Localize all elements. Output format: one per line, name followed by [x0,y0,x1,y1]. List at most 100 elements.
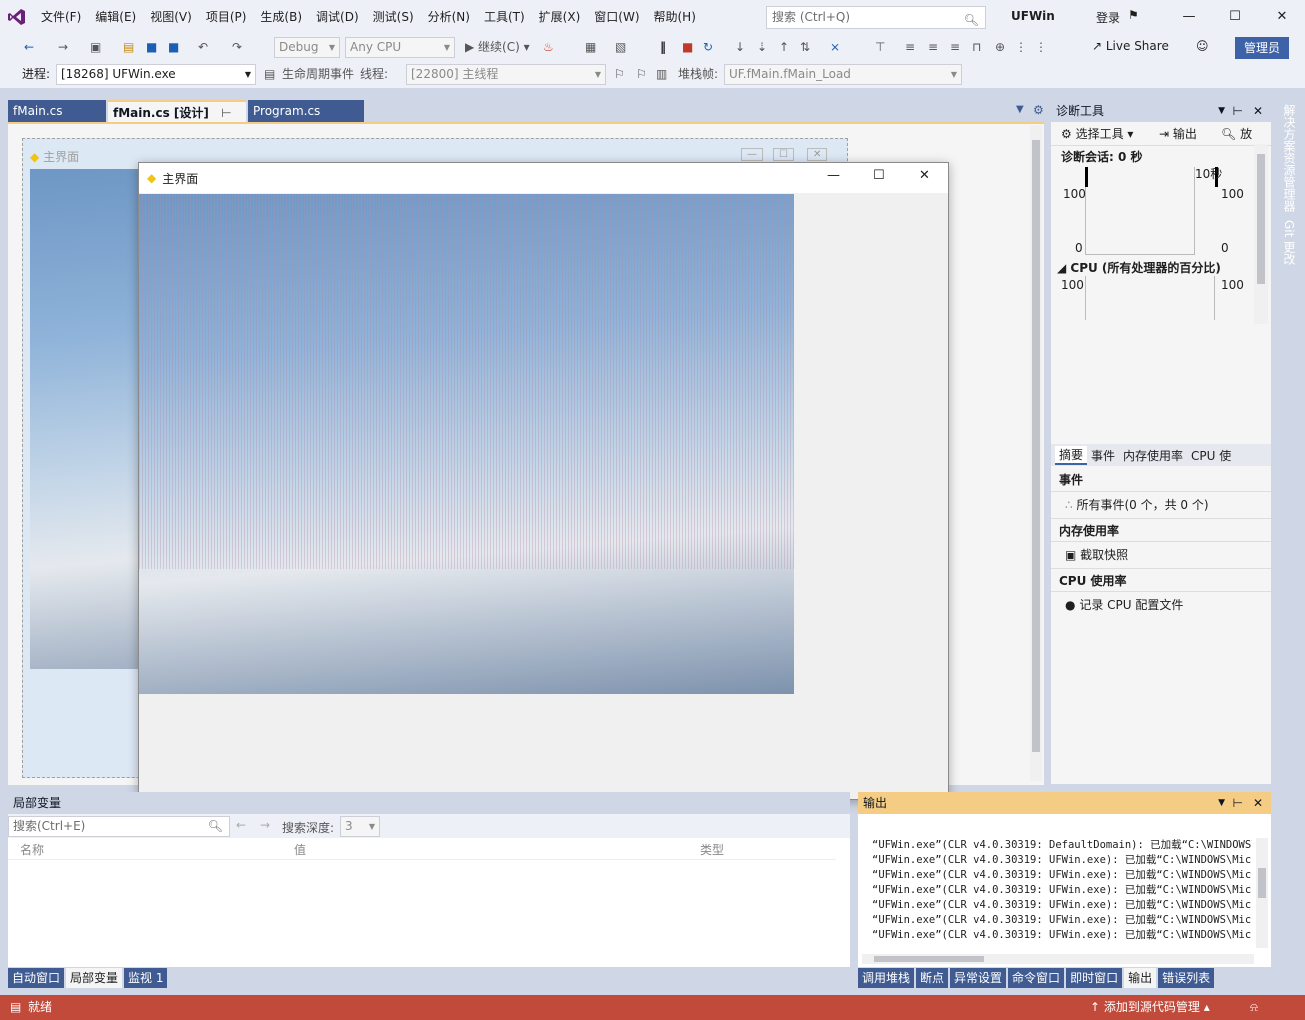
save-icon[interactable]: ■ [146,38,157,57]
back-icon[interactable]: ← [24,38,34,57]
output-button[interactable]: ⇥ 输出 [1159,122,1197,146]
depth-dropdown[interactable]: 3 ▼ [340,816,380,837]
tab-git-changes[interactable]: Git 更改 [1275,216,1304,269]
output-menu-icon[interactable]: ▼ [1218,792,1225,814]
menu-file[interactable]: 文件(F) [34,6,88,28]
browser-link-icon[interactable]: ▦ [585,38,596,57]
menu-view[interactable]: 视图(V) [143,6,199,28]
flag-thread-icon[interactable]: ⚐ [636,65,647,84]
step-over-icon[interactable]: ⇣ [757,38,767,57]
new-project-icon[interactable]: ▣ [90,38,101,57]
stop-icon[interactable]: ■ [682,38,693,57]
tab-settings-icon[interactable]: ⚙ [1033,103,1044,117]
tab-command-window[interactable]: 命令窗口 [1008,968,1065,988]
feedback-icon[interactable]: ⚑ [1128,8,1139,22]
format-icon[interactable]: ⋮ [1015,38,1027,57]
tab-memory[interactable]: 内存使用率 [1119,447,1187,464]
tab-fmain-cs[interactable]: fMain.cs [8,100,106,122]
hot-reload-icon[interactable]: ♨ [543,38,554,57]
form-maximize-button[interactable]: ☐ [873,168,885,183]
notifications-icon[interactable]: ⍾ [1250,995,1258,1020]
align-middle-icon[interactable]: ⊕ [995,38,1005,57]
menu-tools[interactable]: 工具(T) [477,6,532,28]
account-icon[interactable]: ☺ [1196,39,1209,53]
diagnostics-icon[interactable]: ⨯ [830,38,840,57]
tab-output[interactable]: 输出 [1124,968,1157,988]
continue-button[interactable]: ▶ 继续(C) ▾ [465,38,530,57]
filter-icon[interactable]: ▥ [656,65,667,84]
step-out-icon[interactable]: ↑ [779,38,789,57]
step-into-icon[interactable]: ↓ [735,38,745,57]
tab-summary[interactable]: 摘要 [1055,445,1088,465]
form-minimize-button[interactable]: — [827,168,840,183]
hex-display-icon[interactable]: ⊤ [875,38,885,57]
show-next-statement-icon[interactable]: ⇅ [800,38,810,57]
menu-extensions[interactable]: 扩展(X) [532,6,588,28]
pause-icon[interactable]: ‖ [660,38,666,57]
undo-icon[interactable]: ↶ [198,38,208,57]
tab-program-cs[interactable]: Program.cs [248,100,364,122]
menu-build[interactable]: 生成(B) [253,6,309,28]
select-tool-button[interactable]: ⚙ 选择工具 ▾ [1061,127,1133,141]
process-dropdown[interactable]: [18268] UFWin.exe ▼ [56,64,256,85]
live-share-button[interactable]: ↗ Live Share [1092,39,1169,53]
panel-close-icon[interactable]: ✕ [1253,100,1263,122]
output-hscrollbar[interactable] [862,954,1254,964]
tab-autos[interactable]: 自动窗口 [8,968,65,988]
zoom-button[interactable]: 🔍︎ 放 [1221,122,1252,146]
lifecycle-events[interactable]: 生命周期事件 [282,65,354,84]
panel-menu-icon[interactable]: ▼ [1218,100,1225,122]
panel-pin-icon[interactable]: ⊢ [1233,100,1243,122]
menu-test[interactable]: 测试(S) [366,6,421,28]
col-name[interactable]: 名称 [20,840,44,860]
maximize-button[interactable]: ☐ [1220,6,1250,28]
tab-solution-explorer[interactable]: 解决方案资源管理器 [1275,100,1304,216]
close-button[interactable]: ✕ [1267,6,1297,28]
locals-forward-icon[interactable]: → [260,818,270,832]
output-close-icon[interactable]: ✕ [1253,792,1263,814]
visual-studio-logo-icon[interactable] [0,0,34,34]
minimize-button[interactable]: — [1174,6,1204,28]
pin-icon[interactable]: ⊢ [221,106,231,120]
designer-scroll-thumb[interactable] [1032,140,1040,752]
tab-events[interactable]: 事件 [1087,447,1119,464]
layout-icon[interactable]: ⋮ [1035,38,1047,57]
diag-scrollbar[interactable] [1254,144,1268,324]
diag-scroll-thumb[interactable] [1257,154,1265,284]
search-input[interactable]: 搜索 (Ctrl+Q) 🔍︎ [766,6,986,29]
tab-immediate-window[interactable]: 即时窗口 [1066,968,1123,988]
tab-breakpoints[interactable]: 断点 [916,968,949,988]
running-form-titlebar[interactable]: ◆ 主界面 — ☐ ✕ [139,163,948,193]
login-link[interactable]: 登录 [1096,9,1120,26]
running-form-window[interactable]: ◆ 主界面 — ☐ ✕ [138,162,949,800]
stack-frame-dropdown[interactable]: UF.fMain.fMain_Load ▼ [724,64,962,85]
menu-window[interactable]: 窗口(W) [587,6,646,28]
tab-overflow-icon[interactable]: ▼ [1016,104,1024,115]
output-pin-icon[interactable]: ⊢ [1233,792,1243,814]
align-left-icon[interactable]: ≡ [905,38,915,57]
tab-watch[interactable]: 监视 1 [124,968,168,988]
output-scroll-thumb[interactable] [1258,868,1266,898]
forward-icon[interactable]: → [58,38,68,57]
tab-error-list[interactable]: 错误列表 [1158,968,1215,988]
thread-dropdown[interactable]: [22800] 主线程 ▼ [406,64,606,85]
open-folder-icon[interactable]: ▤ [123,38,134,57]
events-link[interactable]: ∴ 所有事件(0 个，共 0 个) [1051,492,1271,518]
form-close-button[interactable]: ✕ [919,168,930,183]
platform-dropdown[interactable]: Any CPU ▼ [345,37,455,58]
tab-locals[interactable]: 局部变量 [66,968,123,988]
source-control-button[interactable]: ↑ 添加到源代码管理 ▴ [1090,995,1210,1020]
col-value[interactable]: 值 [294,840,306,860]
output-text[interactable]: “UFWin.exe”(CLR v4.0.30319: DefaultDomai… [872,838,1252,943]
cpu-header[interactable]: ◢ CPU (所有处理器的百分比) [1051,259,1271,276]
tab-cpu[interactable]: CPU 使 [1187,447,1235,464]
align-top-icon[interactable]: ⊓ [972,38,981,57]
output-hscroll-thumb[interactable] [874,956,984,962]
save-all-icon[interactable]: ■ [168,38,179,57]
snapshot-button[interactable]: ▣ 截取快照 [1051,542,1271,568]
menu-debug[interactable]: 调试(D) [309,6,366,28]
record-cpu-button[interactable]: ● 记录 CPU 配置文件 [1051,592,1271,618]
app-insights-icon[interactable]: ▧ [615,38,626,57]
tab-call-stack[interactable]: 调用堆栈 [858,968,915,988]
flag-icon[interactable]: ⚐ [614,65,625,84]
